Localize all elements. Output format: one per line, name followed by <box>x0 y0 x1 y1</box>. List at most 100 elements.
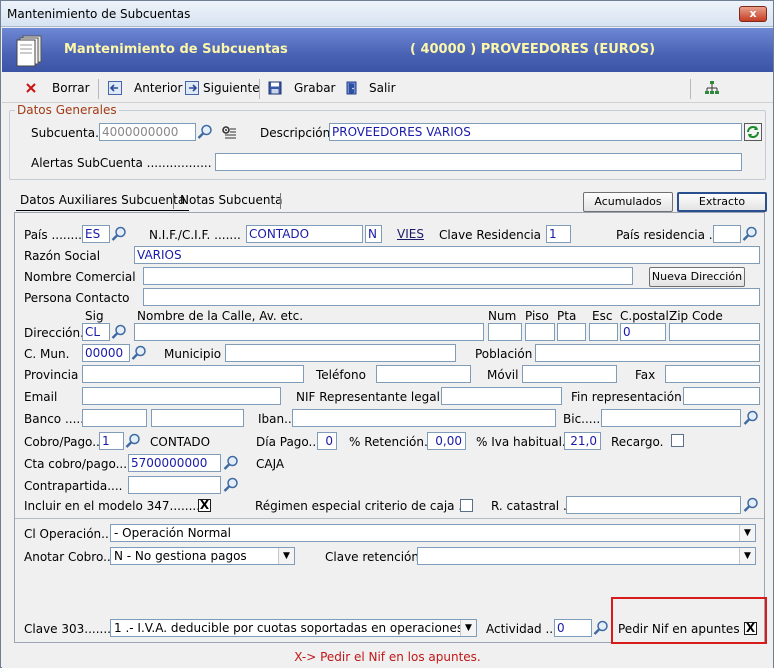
nueva-direccion-button[interactable]: Nueva Dirección <box>649 267 745 287</box>
iva-habitual-input[interactable]: 21,0 <box>564 432 601 450</box>
tab-notas-subcuenta[interactable]: Notas Subcuenta <box>176 191 287 211</box>
cp-input[interactable]: 0 <box>620 323 666 341</box>
bic-input[interactable] <box>601 409 741 427</box>
razon-social-input[interactable]: VARIOS <box>134 246 760 264</box>
pedir-nif-checkbox[interactable]: X <box>744 622 757 635</box>
extracto-button[interactable]: Extracto <box>677 192 767 212</box>
chevron-down-icon: ▼ <box>460 620 476 636</box>
datos-generales-legend: Datos Generales <box>15 103 119 117</box>
anterior-button[interactable]: Anterior <box>108 81 182 95</box>
search-icon[interactable] <box>223 477 239 493</box>
search-icon[interactable] <box>197 124 213 140</box>
movil-input[interactable] <box>522 365 617 383</box>
delete-x-icon <box>26 83 36 93</box>
persona-contacto-input[interactable] <box>143 288 760 306</box>
pais-residencia-input[interactable] <box>713 225 741 243</box>
num-input[interactable] <box>488 323 522 341</box>
salir-label: Salir <box>369 81 396 95</box>
alertas-input[interactable] <box>215 153 742 171</box>
recargo-checkbox[interactable] <box>671 434 684 447</box>
esc-input[interactable] <box>589 323 618 341</box>
telefono-input[interactable] <box>376 365 471 383</box>
vies-link[interactable]: VIES <box>397 227 424 241</box>
subcuenta-input[interactable]: 4000000000 <box>99 123 196 141</box>
direccion-label: Dirección. <box>24 326 84 340</box>
siguiente-button[interactable]: Siguiente <box>185 81 260 95</box>
regimen-caja-checkbox[interactable] <box>460 499 473 512</box>
borrar-label: Borrar <box>52 81 90 95</box>
cta-cobro-label: Cta cobro/pago... <box>24 457 128 471</box>
dia-pago-input[interactable]: 0 <box>317 432 337 450</box>
descripcion-input[interactable]: PROVEEDORES VARIOS <box>329 123 742 141</box>
search-icon[interactable] <box>223 455 239 471</box>
siguiente-label: Siguiente <box>203 81 260 95</box>
nombre-comercial-input[interactable] <box>143 267 633 285</box>
hierarchy-icon[interactable] <box>704 80 720 96</box>
rcatastral-input[interactable] <box>566 496 741 514</box>
nif-input[interactable]: CONTADO <box>246 225 363 243</box>
search-icon[interactable] <box>111 226 127 242</box>
sig-input[interactable]: CL <box>82 323 110 341</box>
highlight-box <box>611 597 767 644</box>
tab-datos-auxiliares[interactable]: Datos Auxiliares Subcuenta <box>16 191 190 211</box>
nif-representante-input[interactable] <box>441 387 562 405</box>
salir-button[interactable]: Salir <box>345 81 396 95</box>
search-icon[interactable] <box>111 324 127 340</box>
clave-retencion-select[interactable]: ▼ <box>417 547 756 565</box>
search-icon[interactable] <box>131 345 147 361</box>
email-input[interactable] <box>82 387 281 405</box>
zip-input[interactable] <box>669 323 760 341</box>
actividad-input[interactable]: 0 <box>554 619 592 637</box>
chevron-down-icon: ▼ <box>278 548 294 564</box>
search-icon[interactable] <box>743 497 759 513</box>
movil-label: Móvil <box>487 368 519 382</box>
save-disk-icon <box>268 81 282 95</box>
cta-cobro-desc: CAJA <box>256 457 285 471</box>
settings-list-icon[interactable] <box>221 124 237 140</box>
sig-header: Sig <box>85 309 104 323</box>
toolbar-separator <box>259 79 260 99</box>
cl-operacion-select[interactable]: - Operación Normal ▼ <box>110 524 756 542</box>
modelo347-checkbox[interactable]: X <box>198 499 211 512</box>
anotar-cobro-select[interactable]: N - No gestiona pagos ▼ <box>110 547 295 565</box>
close-button[interactable]: x <box>739 6 767 22</box>
nif-flag-input[interactable]: N <box>365 225 382 243</box>
iban-input[interactable] <box>292 409 556 427</box>
search-icon[interactable] <box>743 410 759 426</box>
iban-label: Iban.. <box>258 412 292 426</box>
grabar-button[interactable]: Grabar <box>268 81 336 95</box>
contrapartida-input[interactable] <box>128 476 221 494</box>
piso-input[interactable] <box>525 323 555 341</box>
razon-social-label: Razón Social <box>24 249 101 263</box>
pta-header: Pta <box>557 309 577 323</box>
search-icon[interactable] <box>125 433 141 449</box>
section-divider <box>15 518 764 519</box>
fax-input[interactable] <box>665 365 760 383</box>
retencion-input[interactable]: 0,00 <box>427 432 466 450</box>
fin-representacion-input[interactable] <box>683 387 760 405</box>
refresh-icon[interactable] <box>744 123 762 141</box>
banco-input[interactable] <box>82 409 147 427</box>
municipio-label: Municipio <box>164 347 222 361</box>
pta-input[interactable] <box>557 323 586 341</box>
acumulados-button[interactable]: Acumulados <box>583 192 673 212</box>
calle-header: Nombre de la Calle, Av. etc. <box>137 309 304 323</box>
status-bar: X-> Pedir el Nif en los apuntes. <box>2 648 773 668</box>
municipio-input[interactable] <box>225 344 456 362</box>
search-icon[interactable] <box>742 226 758 242</box>
clave303-select[interactable]: 1 .- I.V.A. deducible por cuotas soporta… <box>110 619 477 637</box>
provincia-input[interactable] <box>82 365 304 383</box>
cobro-pago-input[interactable]: 1 <box>99 432 124 450</box>
banco-desc-input[interactable] <box>151 409 244 427</box>
cta-cobro-input[interactable]: 5700000000 <box>128 454 221 472</box>
cmun-input[interactable]: 00000 <box>82 344 130 362</box>
poblacion-input[interactable] <box>535 344 760 362</box>
telefono-label: Teléfono <box>316 368 366 382</box>
calle-input[interactable] <box>134 323 484 341</box>
clave-residencia-input[interactable]: 1 <box>546 225 571 243</box>
nif-label: N.I.F./C.I.F. ....... <box>149 228 241 242</box>
pais-input[interactable]: ES <box>82 225 110 243</box>
borrar-button[interactable]: Borrar <box>24 81 90 95</box>
search-icon[interactable] <box>593 620 609 636</box>
email-label: Email <box>24 390 58 404</box>
